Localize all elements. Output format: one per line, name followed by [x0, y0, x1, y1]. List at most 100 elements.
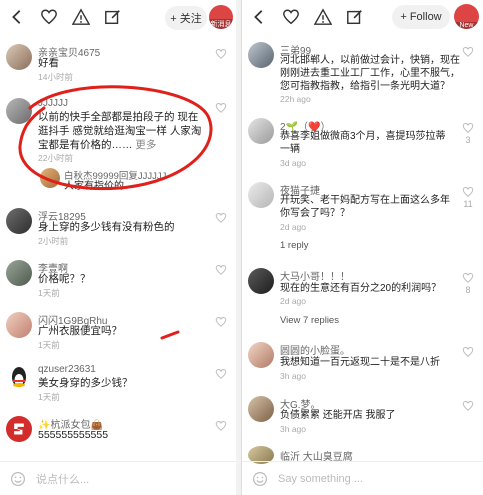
comment-author[interactable]: 大马小哥！！！ — [280, 268, 350, 283]
like-button[interactable] — [212, 264, 230, 277]
comment-text: 我想知道一百元返现二十是不是八折 — [280, 357, 440, 368]
avatar[interactable] — [248, 396, 274, 422]
red-annotation-circle — [18, 85, 213, 191]
comment-author[interactable]: qzuser23631 — [38, 364, 96, 375]
heart-icon[interactable] — [280, 6, 302, 28]
comment-item: ✨杭派女包👜 555555555555 — [0, 414, 236, 450]
heart-icon — [215, 317, 227, 327]
edit-icon[interactable] — [344, 6, 366, 28]
avatar[interactable] — [6, 416, 32, 442]
comment-time: 2d ago — [280, 222, 306, 232]
avatar[interactable] — [248, 342, 274, 368]
comment-text: 身上穿的多少钱有没有粉色的 — [38, 221, 175, 233]
like-button[interactable]: 3 — [459, 122, 477, 145]
comment-time: 2小时前 — [38, 236, 69, 246]
avatar[interactable] — [6, 208, 32, 234]
like-button[interactable] — [459, 46, 477, 59]
comment-author[interactable]: 圆圆的小脸蛋。 — [280, 342, 350, 357]
heart-icon — [462, 273, 474, 283]
back-icon[interactable] — [6, 6, 28, 28]
comment-time: 2d ago — [280, 296, 306, 306]
new-badge: 新消息 — [209, 19, 233, 29]
comment-text: 负债累累 还能开店 我服了 — [280, 410, 396, 421]
back-icon[interactable] — [248, 6, 270, 28]
comment-input[interactable]: Say something ... — [278, 473, 363, 485]
avatar[interactable] — [6, 44, 32, 70]
like-button[interactable]: 8 — [459, 272, 477, 295]
comment-text: 美女身穿的多少钱？ — [38, 377, 133, 389]
warning-icon[interactable] — [70, 6, 92, 28]
warning-icon[interactable] — [312, 6, 334, 28]
heart-icon — [215, 369, 227, 379]
comment-item: 浮云18295 身上穿的多少钱有没有粉色的 2小时前 — [0, 206, 236, 246]
heart-icon — [215, 49, 227, 59]
red-annotation-mark — [160, 330, 180, 340]
heart-icon — [462, 47, 474, 57]
follow-button[interactable]: + Follow — [392, 5, 450, 29]
heart-icon — [462, 123, 474, 133]
view-replies-link[interactable]: 1 reply — [280, 240, 309, 251]
comment-item: 闪闪1G9BgRhu 广州衣服便宜吗？ 1天前 — [0, 310, 236, 350]
comment-time: 3d ago — [280, 158, 306, 168]
comment-item: 三弟99 河北邯郸人，以前做过会计，快销，现在刚刚进去重工业工厂工作，心里不服气… — [242, 40, 483, 104]
comment-item: qzuser23631 美女身穿的多少钱？ 1天前 — [0, 362, 236, 402]
like-button[interactable] — [212, 212, 230, 225]
heart-icon — [462, 347, 474, 357]
like-count: 8 — [465, 285, 471, 295]
comment-time: 3h ago — [280, 424, 306, 434]
heart-icon — [215, 421, 227, 431]
avatar[interactable] — [6, 312, 32, 338]
qq-penguin-icon — [12, 367, 26, 387]
author-avatar[interactable]: 新消息 — [209, 5, 233, 29]
comment-text: 好看 — [38, 57, 59, 69]
comment-text: 555555555555 — [38, 429, 109, 441]
comment-input-bar: 说点什么... — [0, 461, 236, 495]
like-button[interactable] — [459, 346, 477, 359]
emoji-icon[interactable] — [10, 471, 26, 487]
comment-time: 1天前 — [38, 392, 60, 402]
like-button[interactable]: 11 — [459, 186, 477, 209]
top-bar: + 关注 新消息 — [0, 0, 236, 34]
comment-text: 广州衣服便宜吗？ — [38, 325, 122, 337]
avatar[interactable] — [248, 268, 274, 294]
comment-item: 夜猫子捷 开玩笑、老干妈配方写在上面这么多年你写会了吗？？ 2d ago 1 r… — [242, 180, 483, 254]
like-button[interactable] — [459, 400, 477, 413]
comment-item: 圆圆的小脸蛋。 我想知道一百元返现二十是不是八折 3h ago — [242, 340, 483, 384]
comment-item: 临沂 大山臭豆腐 — [242, 444, 483, 464]
comment-item: 大G.梦。 负债累累 还能开店 我服了 3h ago — [242, 394, 483, 434]
view-replies-link[interactable]: View 7 replies — [280, 315, 339, 326]
comment-text: 河北邯郸人，以前做过会计，快销，现在刚刚进去重工业工厂工作，心里不服气，您可指教… — [280, 55, 460, 92]
emoji-icon[interactable] — [252, 471, 268, 487]
heart-icon[interactable] — [38, 6, 60, 28]
comments-panel-chinese: + 关注 新消息 亲亲宝贝4675 好看 14小时前 JJJJJJ 以前的快手全… — [0, 0, 236, 495]
like-button[interactable] — [212, 316, 230, 329]
comment-item: 2🌱（❤️） 恭喜李姐做微商3个月，喜提玛莎拉蒂一辆 3d ago 3 — [242, 116, 483, 168]
heart-icon — [215, 213, 227, 223]
like-count: 11 — [463, 199, 473, 209]
avatar[interactable] — [248, 42, 274, 68]
author-avatar[interactable]: New — [454, 4, 479, 29]
like-button[interactable] — [212, 48, 230, 61]
comment-text: 恭喜李姐做微商3个月，喜提玛莎拉蒂一辆 — [280, 131, 446, 155]
heart-icon — [215, 265, 227, 275]
comment-time: 22h ago — [280, 94, 311, 104]
like-button[interactable] — [212, 420, 230, 433]
comments-panel-english: + Follow New 三弟99 河北邯郸人，以前做过会计，快销，现在刚刚进去… — [241, 0, 483, 495]
like-button[interactable] — [212, 368, 230, 381]
avatar[interactable] — [6, 260, 32, 286]
heart-icon — [462, 187, 474, 197]
comment-time: 1天前 — [38, 340, 60, 350]
follow-button[interactable]: + 关注 — [165, 6, 207, 30]
avatar[interactable] — [248, 118, 274, 144]
comment-text: 现在的生意还有百分之20的利润吗？ — [280, 283, 442, 294]
avatar[interactable] — [6, 364, 32, 390]
comment-time: 1天前 — [38, 288, 60, 298]
comment-text: 价格呢？？ — [38, 273, 91, 285]
shop-logo-icon — [14, 423, 24, 435]
comment-input[interactable]: 说点什么... — [36, 471, 89, 487]
like-count: 3 — [465, 135, 471, 145]
comment-time: 3h ago — [280, 371, 306, 381]
avatar[interactable] — [248, 182, 274, 208]
comment-item: 大马小哥！！！ 现在的生意还有百分之20的利润吗？ 2d ago View 7 … — [242, 266, 483, 330]
edit-icon[interactable] — [102, 6, 124, 28]
